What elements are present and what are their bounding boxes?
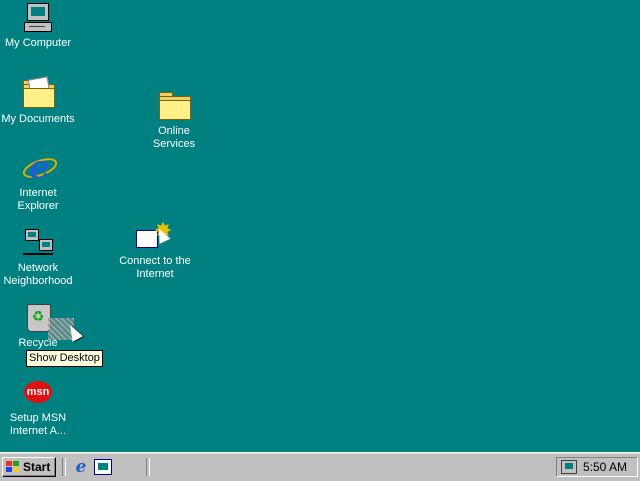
desktop-icon-setup-msn[interactable]: msn Setup MSN Internet A... <box>0 377 76 438</box>
desktop-icon-my-documents[interactable]: My Documents <box>0 76 76 126</box>
windows-logo-icon <box>6 461 20 473</box>
system-tray: 5:50 AM <box>556 457 638 477</box>
computer-icon <box>21 2 55 34</box>
desktop-icon-label: My Documents <box>1 113 75 125</box>
taskbar-separator <box>62 458 66 476</box>
start-button[interactable]: Start <box>2 457 56 477</box>
desktop[interactable]: My Computer My Documents e Internet Expl… <box>0 0 640 452</box>
taskbar: Start e 5:50 AM <box>0 452 640 481</box>
clock[interactable]: 5:50 AM <box>583 458 627 476</box>
start-button-label: Start <box>23 460 51 474</box>
quick-launch-show-desktop-icon[interactable] <box>94 459 112 475</box>
network-icon <box>21 227 55 259</box>
desktop-icon-connect-to-internet[interactable]: ✸ Connect to the Internet <box>117 220 193 281</box>
desktop-icon-label: Internet Explorer <box>17 187 59 212</box>
desktop-icon-label: Network Neighborhood <box>3 262 73 287</box>
tooltip: Show Desktop <box>26 350 103 367</box>
folder-icon <box>157 90 191 122</box>
desktop-icon-network-neighborhood[interactable]: Network Neighborhood <box>0 227 76 288</box>
desktop-icon-online-services[interactable]: Online Services <box>136 90 212 151</box>
desktop-icon-my-computer[interactable]: My Computer <box>0 2 76 50</box>
connect-wizard-icon: ✸ <box>134 220 176 252</box>
msn-icon: msn <box>21 377 55 409</box>
desktop-icon-label: Connect to the Internet <box>119 255 191 280</box>
desktop-icon-label: Online Services <box>152 125 196 150</box>
desktop-icon-label: My Computer <box>4 37 72 49</box>
documents-folder-icon <box>21 76 55 110</box>
quick-launch-internet-explorer-icon[interactable]: e <box>72 459 90 476</box>
desktop-icon-label: Setup MSN Internet A... <box>9 412 67 437</box>
desktop-icon-internet-explorer[interactable]: e Internet Explorer <box>0 151 76 213</box>
internet-explorer-icon: e <box>20 151 60 184</box>
taskbar-separator <box>146 458 150 476</box>
tray-scheduler-icon[interactable] <box>561 460 577 474</box>
